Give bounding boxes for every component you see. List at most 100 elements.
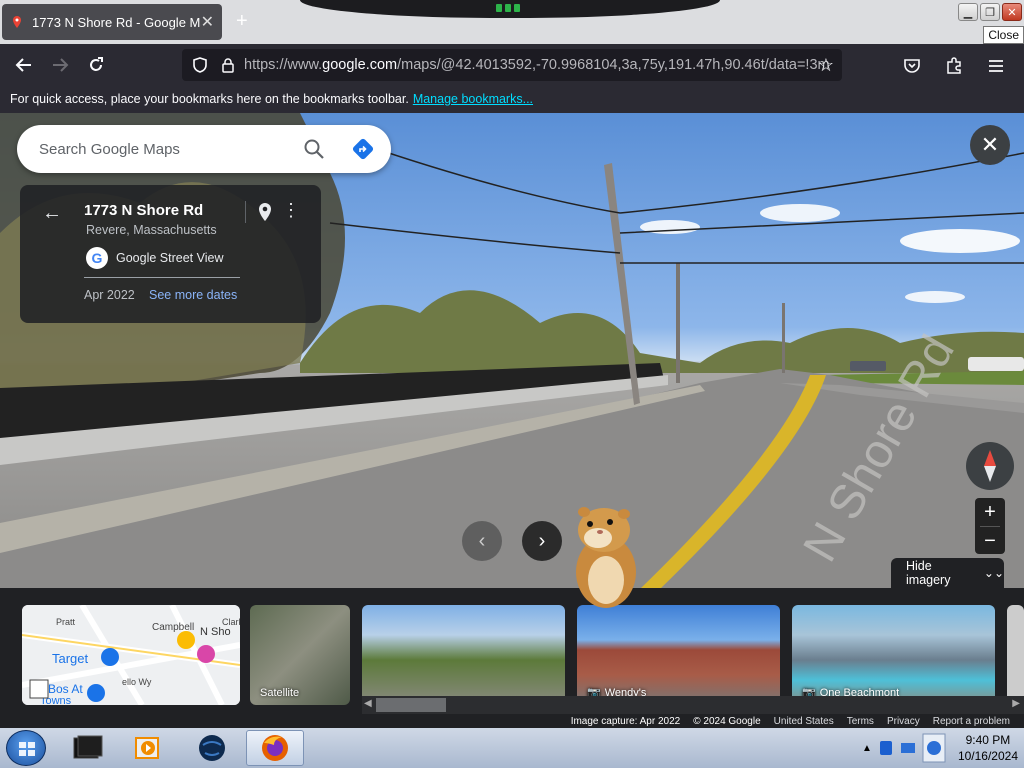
pocket-button[interactable]	[894, 48, 930, 84]
zoom-in-button[interactable]: +	[975, 498, 1005, 526]
address-title: 1773 N Shore Rd	[84, 202, 204, 219]
location-info-card: ← 1773 N Shore Rd Revere, Massachusetts …	[20, 185, 321, 323]
extensions-button[interactable]	[936, 48, 972, 84]
scrollbar-thumb[interactable]	[376, 698, 446, 712]
next-image-button[interactable]: ›	[522, 521, 562, 561]
start-button[interactable]	[6, 730, 46, 766]
divider	[245, 201, 246, 223]
location-pin-icon[interactable]	[257, 202, 273, 227]
mini-map: Target Campbell N Sho Pratt Clark Bos At…	[22, 605, 240, 705]
satellite-label: Satellite	[260, 687, 300, 699]
terminal-icon	[73, 735, 103, 759]
imagery-scrollbar[interactable]: ◀ ▶	[362, 696, 1024, 714]
map-thumbnail[interactable]: Target Campbell N Sho Pratt Clark Bos At…	[22, 605, 240, 705]
country-link[interactable]: United States	[774, 716, 834, 727]
window-controls: ▁ ❐ ✕	[958, 3, 1022, 21]
map-label-ello-wy: ello Wy	[122, 677, 152, 687]
decorative-notch	[300, 0, 720, 18]
clock-date: 10/16/2024	[957, 749, 1018, 763]
divider-line	[84, 277, 240, 278]
reload-button[interactable]	[78, 47, 114, 83]
taskbar-media-player[interactable]	[122, 730, 174, 766]
search-input[interactable]	[39, 140, 289, 158]
one-beachmont-thumbnail[interactable]: 📷 One Beachmont	[792, 605, 995, 705]
scroll-right-arrow-icon[interactable]: ▶	[1012, 698, 1020, 709]
forward-arrow-icon	[53, 58, 69, 72]
back-arrow-icon	[15, 58, 31, 72]
taskbar-firefox[interactable]	[246, 730, 304, 766]
city-label: Revere, Massachusetts	[86, 223, 217, 237]
zoom-out-button[interactable]: −	[975, 527, 1005, 555]
firefox-icon	[262, 735, 288, 761]
hamster-mascot-image	[570, 502, 642, 615]
new-tab-button[interactable]: +	[236, 10, 248, 33]
map-label-n-sho: N Sho	[200, 626, 231, 638]
google-maps-favicon-icon	[10, 15, 24, 29]
taskbar-globe[interactable]	[186, 730, 238, 766]
satellite-thumbnail[interactable]: Satellite	[250, 605, 350, 705]
bluetooth-tray-icon[interactable]	[878, 740, 894, 756]
bookmark-star-icon[interactable]: ☆	[818, 55, 834, 76]
scroll-left-arrow-icon[interactable]: ◀	[364, 698, 372, 709]
copyright-text: © 2024 Google	[693, 715, 761, 727]
map-label-clark: Clark	[222, 617, 240, 627]
taskbar-terminal[interactable]	[62, 730, 114, 766]
map-label-bos-at: Bos At	[48, 682, 83, 696]
manage-bookmarks-link[interactable]: Manage bookmarks...	[413, 92, 533, 106]
close-street-view-button[interactable]: ✕	[970, 125, 1010, 165]
search-icon[interactable]	[303, 138, 325, 164]
terms-link[interactable]: Terms	[847, 716, 874, 727]
app-tray-icon[interactable]	[922, 733, 946, 763]
reload-icon	[90, 57, 103, 71]
url-bar[interactable]: https://www.google.com/maps/@42.4013592,…	[182, 49, 842, 81]
image-capture-text: Image capture: Apr 2022	[570, 715, 681, 727]
more-thumbnail[interactable]	[1007, 605, 1024, 705]
hide-imagery-button[interactable]: Hide imagery ⌄⌄	[891, 558, 1004, 588]
wendys-thumbnail[interactable]: 📷 Wendy's	[577, 605, 780, 705]
privacy-link[interactable]: Privacy	[887, 716, 920, 727]
tab-close-icon[interactable]: ✕	[201, 12, 214, 32]
tab-google-maps[interactable]: 1773 N Shore Rd - Google Maps ✕	[2, 4, 222, 40]
close-icon: ✕	[980, 132, 1000, 157]
screen: 1773 N Shore Rd - Google Maps ✕ + ▁ ❐ ✕ …	[0, 0, 1024, 768]
system-clock[interactable]: 9:40 PM 10/16/2024	[958, 732, 1018, 764]
tray-expand-icon[interactable]: ▲	[862, 743, 872, 754]
minimize-button[interactable]: ▁	[958, 3, 978, 21]
hamburger-icon	[989, 60, 1003, 72]
more-options-icon[interactable]: ⋮	[282, 200, 300, 221]
media-player-icon	[135, 737, 159, 759]
clock-time: 9:40 PM	[965, 733, 1011, 747]
windows-logo-icon	[19, 742, 35, 756]
shield-icon[interactable]	[192, 57, 208, 73]
lock-icon[interactable]	[220, 57, 236, 73]
restore-button[interactable]: ❐	[980, 3, 1000, 21]
chevron-right-icon: ›	[538, 529, 546, 552]
previous-image-button[interactable]: ‹	[462, 521, 502, 561]
bookmarks-message: For quick access, place your bookmarks h…	[10, 92, 409, 106]
url-text: https://www.google.com/maps/@42.4013592,…	[244, 57, 830, 73]
windows-taskbar: ▲ 9:40 PM 10/16/2024	[0, 728, 1024, 768]
directions-icon[interactable]	[351, 137, 375, 165]
back-button[interactable]	[6, 47, 42, 83]
compass-button[interactable]	[966, 442, 1014, 490]
globe-icon	[199, 735, 225, 761]
compass-icon	[984, 450, 996, 482]
map-label-target: Target	[52, 651, 89, 666]
menu-button[interactable]	[978, 48, 1014, 84]
back-arrow-icon[interactable]: ←	[42, 202, 62, 225]
close-window-button[interactable]: ✕	[1002, 3, 1022, 21]
photo-thumbnail-1[interactable]	[362, 605, 565, 705]
puzzle-icon	[947, 57, 961, 74]
system-tray: ▲ 9:40 PM 10/16/2024	[862, 728, 1024, 768]
network-tray-icon[interactable]	[900, 740, 916, 756]
google-logo-icon: G	[86, 247, 108, 269]
see-more-dates-link[interactable]: See more dates	[149, 288, 237, 302]
capture-date: Apr 2022	[84, 288, 135, 302]
navigation-toolbar: https://www.google.com/maps/@42.4013592,…	[0, 44, 1024, 86]
bookmarks-toolbar: For quick access, place your bookmarks h…	[0, 86, 1024, 113]
forward-button[interactable]	[42, 47, 78, 83]
chevron-down-icon: ⌄⌄	[983, 566, 1004, 580]
close-tooltip: Close	[983, 26, 1024, 44]
search-box[interactable]	[17, 125, 391, 173]
report-problem-link[interactable]: Report a problem	[933, 716, 1010, 727]
